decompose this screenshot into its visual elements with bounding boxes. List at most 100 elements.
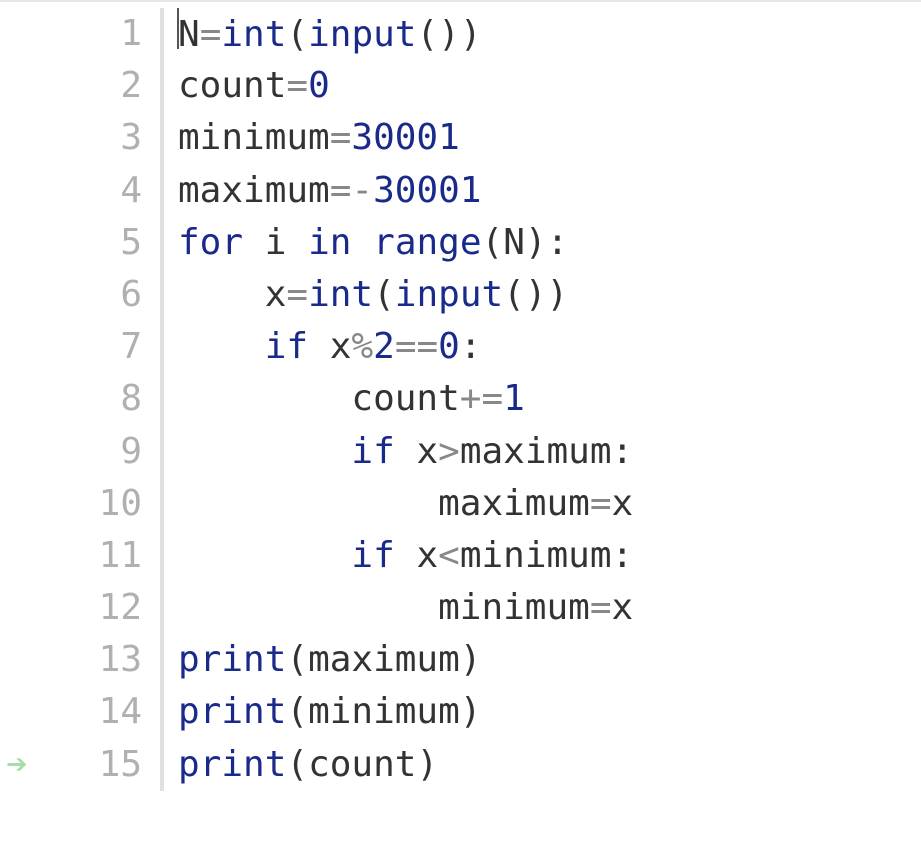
current-line-arrow-icon: ➔ [6,739,28,791]
code-line[interactable]: count+=1 [178,373,633,425]
token-func: int [221,14,286,55]
token-punc: ) [460,14,482,55]
token-id: minimum [460,535,612,576]
token-punc: ) [438,14,460,55]
code-line[interactable]: maximum=-30001 [178,165,633,217]
token-punc: ( [286,14,308,55]
token-op: = [200,14,222,55]
token-num: 30001 [373,170,481,211]
line-number: 9 [0,426,142,478]
token-punc: ( [286,744,308,785]
line-number: 6 [0,269,142,321]
token-num: 0 [438,326,460,367]
token-id: x [416,431,438,472]
line-number: 14 [0,686,142,738]
line-number-gutter: 123456789101112131415➔ [0,8,160,791]
line-number: 12 [0,582,142,634]
line-number: 1 [0,8,142,60]
token-op: = [590,483,612,524]
token-id: N [503,222,525,263]
token-punc: : [612,535,634,576]
code-line[interactable]: for i in range(N): [178,217,633,269]
token-op: = [330,170,352,211]
token-kw: in [308,222,351,263]
token-id: x [265,274,287,315]
token-id: minimum [308,691,460,732]
line-number: 3 [0,112,142,164]
token-id: maximum [460,431,612,472]
line-number: 5 [0,217,142,269]
code-line[interactable]: minimum=x [178,582,633,634]
token-kw: if [351,535,394,576]
token-num: 1 [503,378,525,419]
code-line[interactable]: count=0 [178,60,633,112]
line-number: 10 [0,478,142,530]
token-id: count [351,378,459,419]
token-punc: ) [460,639,482,680]
token-op: += [460,378,503,419]
token-id: maximum [178,170,330,211]
token-punc: ) [525,222,547,263]
token-punc: : [612,431,634,472]
token-kw: for [178,222,243,263]
token-punc: ) [547,274,569,315]
code-line[interactable]: maximum=x [178,478,633,530]
token-op: < [438,535,460,576]
token-kw: if [351,431,394,472]
code-line[interactable]: print(maximum) [178,634,633,686]
code-editor[interactable]: 123456789101112131415➔ N=int(input())cou… [0,0,921,791]
token-id: minimum [178,117,330,158]
token-num: 30001 [351,117,459,158]
token-id: maximum [308,639,460,680]
token-punc: ( [373,274,395,315]
code-line[interactable]: x=int(input()) [178,269,633,321]
token-op: == [395,326,438,367]
token-id: N [178,14,200,55]
code-area[interactable]: N=int(input())count=0minimum=30001maximu… [164,8,633,791]
line-number: 8 [0,373,142,425]
token-punc: ( [503,274,525,315]
token-id: count [308,744,416,785]
line-number: 13 [0,634,142,686]
line-number: 15➔ [0,739,142,791]
code-line[interactable]: if x<minimum: [178,530,633,582]
token-id: x [612,587,634,628]
line-number: 2 [0,60,142,112]
token-punc: : [460,326,482,367]
code-line[interactable]: print(minimum) [178,686,633,738]
token-func: range [373,222,481,263]
token-op: = [286,65,308,106]
token-op: - [351,170,373,211]
token-id: i [265,222,287,263]
code-line[interactable]: minimum=30001 [178,112,633,164]
token-punc: : [547,222,569,263]
code-line[interactable]: print(count) [178,739,633,791]
token-func: print [178,691,286,732]
token-punc: ( [482,222,504,263]
token-punc: ( [286,691,308,732]
token-num: 0 [308,65,330,106]
line-number: 7 [0,321,142,373]
token-id: x [416,535,438,576]
token-op: > [438,431,460,472]
token-punc: ( [416,14,438,55]
code-line[interactable]: N=int(input()) [178,8,633,60]
line-number: 11 [0,530,142,582]
code-line[interactable]: if x%2==0: [178,321,633,373]
token-op: % [351,326,373,367]
token-id: x [612,483,634,524]
token-punc: ) [460,691,482,732]
token-func: input [308,14,416,55]
token-id: minimum [438,587,590,628]
token-op: = [330,117,352,158]
token-kw: if [265,326,308,367]
token-punc: ) [416,744,438,785]
token-num: 2 [373,326,395,367]
token-func: int [308,274,373,315]
token-id: maximum [438,483,590,524]
code-line[interactable]: if x>maximum: [178,426,633,478]
line-number: 4 [0,165,142,217]
token-op: = [286,274,308,315]
token-func: print [178,639,286,680]
token-func: input [395,274,503,315]
